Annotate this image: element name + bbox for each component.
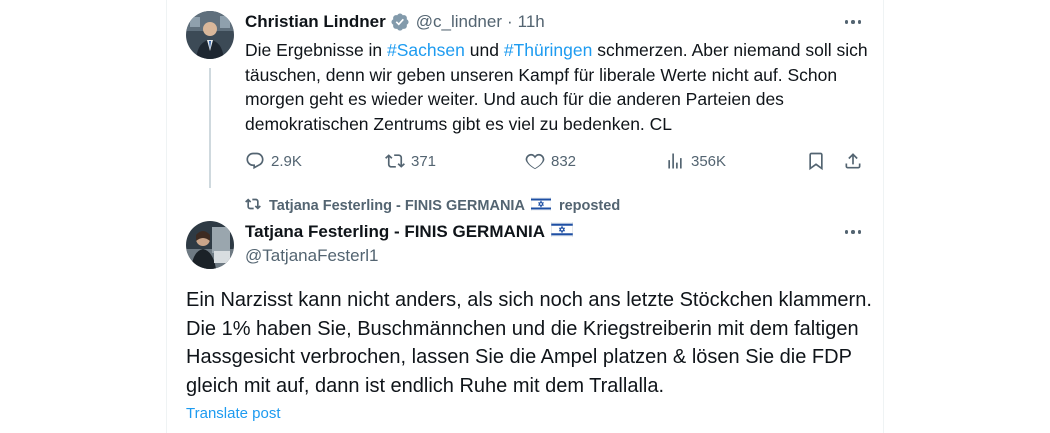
views-count: 356K (691, 152, 727, 170)
bookmark-icon[interactable] (806, 148, 826, 174)
repost-user-name[interactable]: Tatjana Festerling - FINIS GERMANIA (269, 198, 525, 214)
views-icon (665, 151, 685, 171)
hashtag-sachsen[interactable]: #Sachsen (387, 40, 465, 60)
tweet-text-part: und (464, 40, 504, 60)
repost-indicator-icon (245, 196, 261, 216)
verified-badge-icon[interactable] (390, 12, 410, 32)
timeline: Christian Lindner @c_lindner · 11h Die E… (166, 0, 884, 433)
repost-indicator[interactable]: Tatjana Festerling - FINIS GERMANIA repo… (245, 196, 620, 216)
separator-dot: · (506, 12, 513, 31)
author-handle[interactable]: @c_lindner (416, 12, 502, 32)
avatar-tatjana-festerling[interactable] (186, 221, 234, 269)
tweet1-header: Christian Lindner @c_lindner · 11h (245, 10, 545, 34)
tweet1-actions: 2.9K 371 832 356K (245, 148, 865, 174)
hashtag-thueringen[interactable]: #Thüringen (504, 40, 593, 60)
repost-suffix: reposted (558, 198, 621, 214)
translate-post-link[interactable]: Translate post (186, 405, 281, 422)
reply-button[interactable]: 2.9K (245, 148, 302, 174)
israel-flag-icon (551, 221, 574, 242)
tweet1-text: Die Ergebnisse in #Sachsen und #Thüringe… (245, 38, 875, 136)
views-button[interactable]: 356K (665, 148, 726, 174)
repost-icon (385, 151, 405, 171)
israel-flag-icon (530, 196, 552, 215)
more-icon[interactable] (841, 12, 865, 32)
like-button[interactable]: 832 (525, 148, 576, 174)
more-icon[interactable] (841, 222, 865, 242)
tweet2-author: Tatjana Festerling - FINIS GERMANIA (245, 221, 574, 243)
tweet-text-part: Die Ergebnisse in (245, 40, 388, 60)
author-name[interactable]: Christian Lindner (245, 12, 386, 32)
share-icon[interactable] (843, 148, 863, 174)
repost-count: 371 (411, 152, 437, 170)
thread-line (209, 68, 211, 188)
author-handle[interactable]: @TatjanaFesterl1 (245, 246, 379, 266)
like-count: 832 (551, 152, 577, 170)
repost-button[interactable]: 371 (385, 148, 436, 174)
timestamp[interactable]: 11h (518, 12, 545, 32)
author-name[interactable]: Tatjana Festerling - FINIS GERMANIA (245, 222, 545, 242)
like-icon (525, 151, 545, 171)
avatar-christian-lindner[interactable] (186, 11, 234, 59)
reply-icon (245, 151, 265, 171)
tweet2-text: Ein Narzisst kann nicht anders, als sich… (186, 289, 872, 397)
reply-count: 2.9K (271, 152, 302, 170)
